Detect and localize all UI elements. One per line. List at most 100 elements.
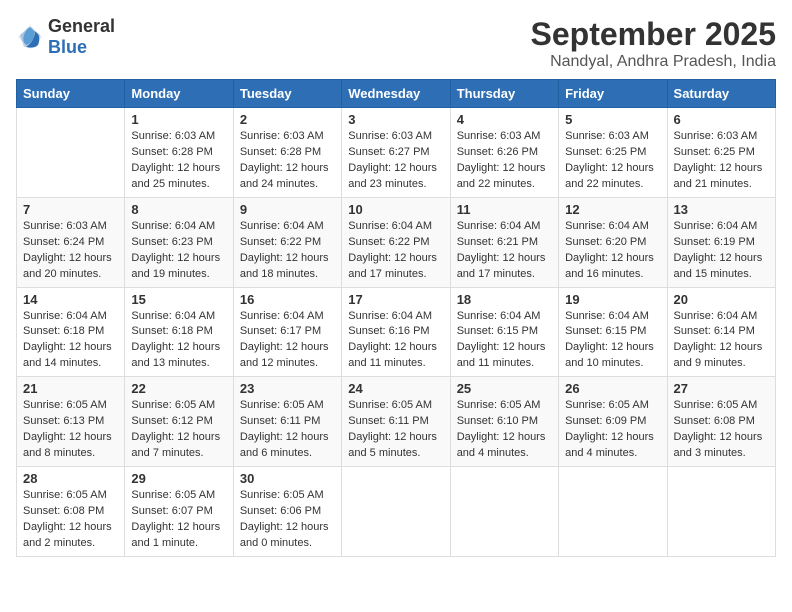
logo: General Blue: [16, 16, 115, 58]
cell-info: Sunrise: 6:05 AMSunset: 6:08 PMDaylight:…: [23, 488, 118, 552]
cell-info: Sunrise: 6:04 AMSunset: 6:17 PMDaylight:…: [240, 309, 335, 373]
day-number: 7: [23, 202, 118, 217]
cell-info: Sunrise: 6:03 AMSunset: 6:28 PMDaylight:…: [240, 129, 335, 193]
location-title: Nandyal, Andhra Pradesh, India: [531, 53, 776, 71]
cell-info: Sunrise: 6:04 AMSunset: 6:19 PMDaylight:…: [674, 219, 769, 283]
weekday-header-row: SundayMondayTuesdayWednesdayThursdayFrid…: [17, 80, 776, 108]
calendar-cell: [342, 467, 450, 557]
logo-icon: [16, 23, 44, 51]
day-number: 29: [131, 471, 226, 486]
calendar-cell: 22 Sunrise: 6:05 AMSunset: 6:12 PMDayligh…: [125, 377, 233, 467]
day-number: 26: [565, 381, 660, 396]
day-number: 10: [348, 202, 443, 217]
calendar-cell: 29 Sunrise: 6:05 AMSunset: 6:07 PMDayligh…: [125, 467, 233, 557]
day-number: 28: [23, 471, 118, 486]
calendar-cell: 12 Sunrise: 6:04 AMSunset: 6:20 PMDayligh…: [559, 197, 667, 287]
week-row-1: 1 Sunrise: 6:03 AMSunset: 6:28 PMDaylight…: [17, 108, 776, 198]
calendar-cell: [17, 108, 125, 198]
cell-info: Sunrise: 6:04 AMSunset: 6:22 PMDaylight:…: [348, 219, 443, 283]
day-number: 11: [457, 202, 552, 217]
day-number: 8: [131, 202, 226, 217]
cell-info: Sunrise: 6:05 AMSunset: 6:13 PMDaylight:…: [23, 398, 118, 462]
title-area: September 2025 Nandyal, Andhra Pradesh, …: [531, 16, 776, 71]
day-number: 1: [131, 112, 226, 127]
weekday-header-saturday: Saturday: [667, 80, 775, 108]
cell-info: Sunrise: 6:04 AMSunset: 6:21 PMDaylight:…: [457, 219, 552, 283]
cell-info: Sunrise: 6:05 AMSunset: 6:10 PMDaylight:…: [457, 398, 552, 462]
cell-info: Sunrise: 6:04 AMSunset: 6:15 PMDaylight:…: [457, 309, 552, 373]
day-number: 21: [23, 381, 118, 396]
weekday-header-sunday: Sunday: [17, 80, 125, 108]
cell-info: Sunrise: 6:05 AMSunset: 6:12 PMDaylight:…: [131, 398, 226, 462]
calendar-cell: [559, 467, 667, 557]
weekday-header-monday: Monday: [125, 80, 233, 108]
cell-info: Sunrise: 6:04 AMSunset: 6:22 PMDaylight:…: [240, 219, 335, 283]
weekday-header-wednesday: Wednesday: [342, 80, 450, 108]
calendar-cell: 21 Sunrise: 6:05 AMSunset: 6:13 PMDayligh…: [17, 377, 125, 467]
cell-info: Sunrise: 6:04 AMSunset: 6:15 PMDaylight:…: [565, 309, 660, 373]
calendar-cell: 3Sunrise: 6:03 AMSunset: 6:27 PMDaylight…: [342, 108, 450, 198]
weekday-header-friday: Friday: [559, 80, 667, 108]
cell-info: Sunrise: 6:04 AMSunset: 6:18 PMDaylight:…: [131, 309, 226, 373]
calendar-cell: 28 Sunrise: 6:05 AMSunset: 6:08 PMDayligh…: [17, 467, 125, 557]
calendar-cell: 19 Sunrise: 6:04 AMSunset: 6:15 PMDayligh…: [559, 287, 667, 377]
day-number: 30: [240, 471, 335, 486]
calendar-cell: 6 Sunrise: 6:03 AMSunset: 6:25 PMDaylight…: [667, 108, 775, 198]
day-number: 25: [457, 381, 552, 396]
calendar-cell: 23 Sunrise: 6:05 AMSunset: 6:11 PMDayligh…: [233, 377, 341, 467]
day-number: 24: [348, 381, 443, 396]
cell-info: Sunrise: 6:04 AMSunset: 6:16 PMDaylight:…: [348, 309, 443, 373]
cell-info: Sunrise: 6:03 AMSunset: 6:25 PMDaylight:…: [565, 129, 660, 193]
week-row-2: 7 Sunrise: 6:03 AMSunset: 6:24 PMDaylight…: [17, 197, 776, 287]
weekday-header-tuesday: Tuesday: [233, 80, 341, 108]
cell-info: Sunrise: 6:04 AMSunset: 6:23 PMDaylight:…: [131, 219, 226, 283]
calendar-cell: 16 Sunrise: 6:04 AMSunset: 6:17 PMDayligh…: [233, 287, 341, 377]
calendar-cell: 10 Sunrise: 6:04 AMSunset: 6:22 PMDayligh…: [342, 197, 450, 287]
cell-info: Sunrise: 6:05 AMSunset: 6:11 PMDaylight:…: [240, 398, 335, 462]
cell-info: Sunrise: 6:05 AMSunset: 6:11 PMDaylight:…: [348, 398, 443, 462]
week-row-4: 21 Sunrise: 6:05 AMSunset: 6:13 PMDayligh…: [17, 377, 776, 467]
calendar-cell: 26Sunrise: 6:05 AMSunset: 6:09 PMDayligh…: [559, 377, 667, 467]
calendar-cell: 9 Sunrise: 6:04 AMSunset: 6:22 PMDaylight…: [233, 197, 341, 287]
day-number: 15: [131, 292, 226, 307]
logo-text: General Blue: [48, 16, 115, 58]
calendar-cell: 7 Sunrise: 6:03 AMSunset: 6:24 PMDaylight…: [17, 197, 125, 287]
logo-general: General: [48, 16, 115, 36]
day-number: 16: [240, 292, 335, 307]
cell-info: Sunrise: 6:05 AMSunset: 6:06 PMDaylight:…: [240, 488, 335, 552]
day-number: 9: [240, 202, 335, 217]
cell-info: Sunrise: 6:04 AMSunset: 6:20 PMDaylight:…: [565, 219, 660, 283]
weekday-header-thursday: Thursday: [450, 80, 558, 108]
week-row-5: 28 Sunrise: 6:05 AMSunset: 6:08 PMDayligh…: [17, 467, 776, 557]
week-row-3: 14Sunrise: 6:04 AMSunset: 6:18 PMDayligh…: [17, 287, 776, 377]
cell-info: Sunrise: 6:05 AMSunset: 6:07 PMDaylight:…: [131, 488, 226, 552]
day-number: 20: [674, 292, 769, 307]
month-title: September 2025: [531, 16, 776, 53]
cell-info: Sunrise: 6:03 AMSunset: 6:27 PMDaylight:…: [348, 129, 443, 193]
day-number: 27: [674, 381, 769, 396]
day-number: 13: [674, 202, 769, 217]
cell-info: Sunrise: 6:03 AMSunset: 6:28 PMDaylight:…: [131, 129, 226, 193]
logo-blue: Blue: [48, 37, 87, 57]
calendar-cell: 17Sunrise: 6:04 AMSunset: 6:16 PMDayligh…: [342, 287, 450, 377]
day-number: 5: [565, 112, 660, 127]
calendar-cell: 20 Sunrise: 6:04 AMSunset: 6:14 PMDayligh…: [667, 287, 775, 377]
cell-info: Sunrise: 6:04 AMSunset: 6:14 PMDaylight:…: [674, 309, 769, 373]
cell-info: Sunrise: 6:03 AMSunset: 6:24 PMDaylight:…: [23, 219, 118, 283]
cell-info: Sunrise: 6:05 AMSunset: 6:08 PMDaylight:…: [674, 398, 769, 462]
day-number: 19: [565, 292, 660, 307]
cell-info: Sunrise: 6:04 AMSunset: 6:18 PMDaylight:…: [23, 309, 118, 373]
day-number: 6: [674, 112, 769, 127]
day-number: 23: [240, 381, 335, 396]
calendar-cell: 24 Sunrise: 6:05 AMSunset: 6:11 PMDayligh…: [342, 377, 450, 467]
day-number: 22: [131, 381, 226, 396]
calendar-cell: 15 Sunrise: 6:04 AMSunset: 6:18 PMDayligh…: [125, 287, 233, 377]
calendar-cell: 8 Sunrise: 6:04 AMSunset: 6:23 PMDaylight…: [125, 197, 233, 287]
day-number: 4: [457, 112, 552, 127]
calendar-cell: 14Sunrise: 6:04 AMSunset: 6:18 PMDayligh…: [17, 287, 125, 377]
calendar: SundayMondayTuesdayWednesdayThursdayFrid…: [16, 79, 776, 557]
cell-info: Sunrise: 6:03 AMSunset: 6:25 PMDaylight:…: [674, 129, 769, 193]
calendar-cell: 30 Sunrise: 6:05 AMSunset: 6:06 PMDayligh…: [233, 467, 341, 557]
calendar-cell: 2Sunrise: 6:03 AMSunset: 6:28 PMDaylight…: [233, 108, 341, 198]
day-number: 12: [565, 202, 660, 217]
